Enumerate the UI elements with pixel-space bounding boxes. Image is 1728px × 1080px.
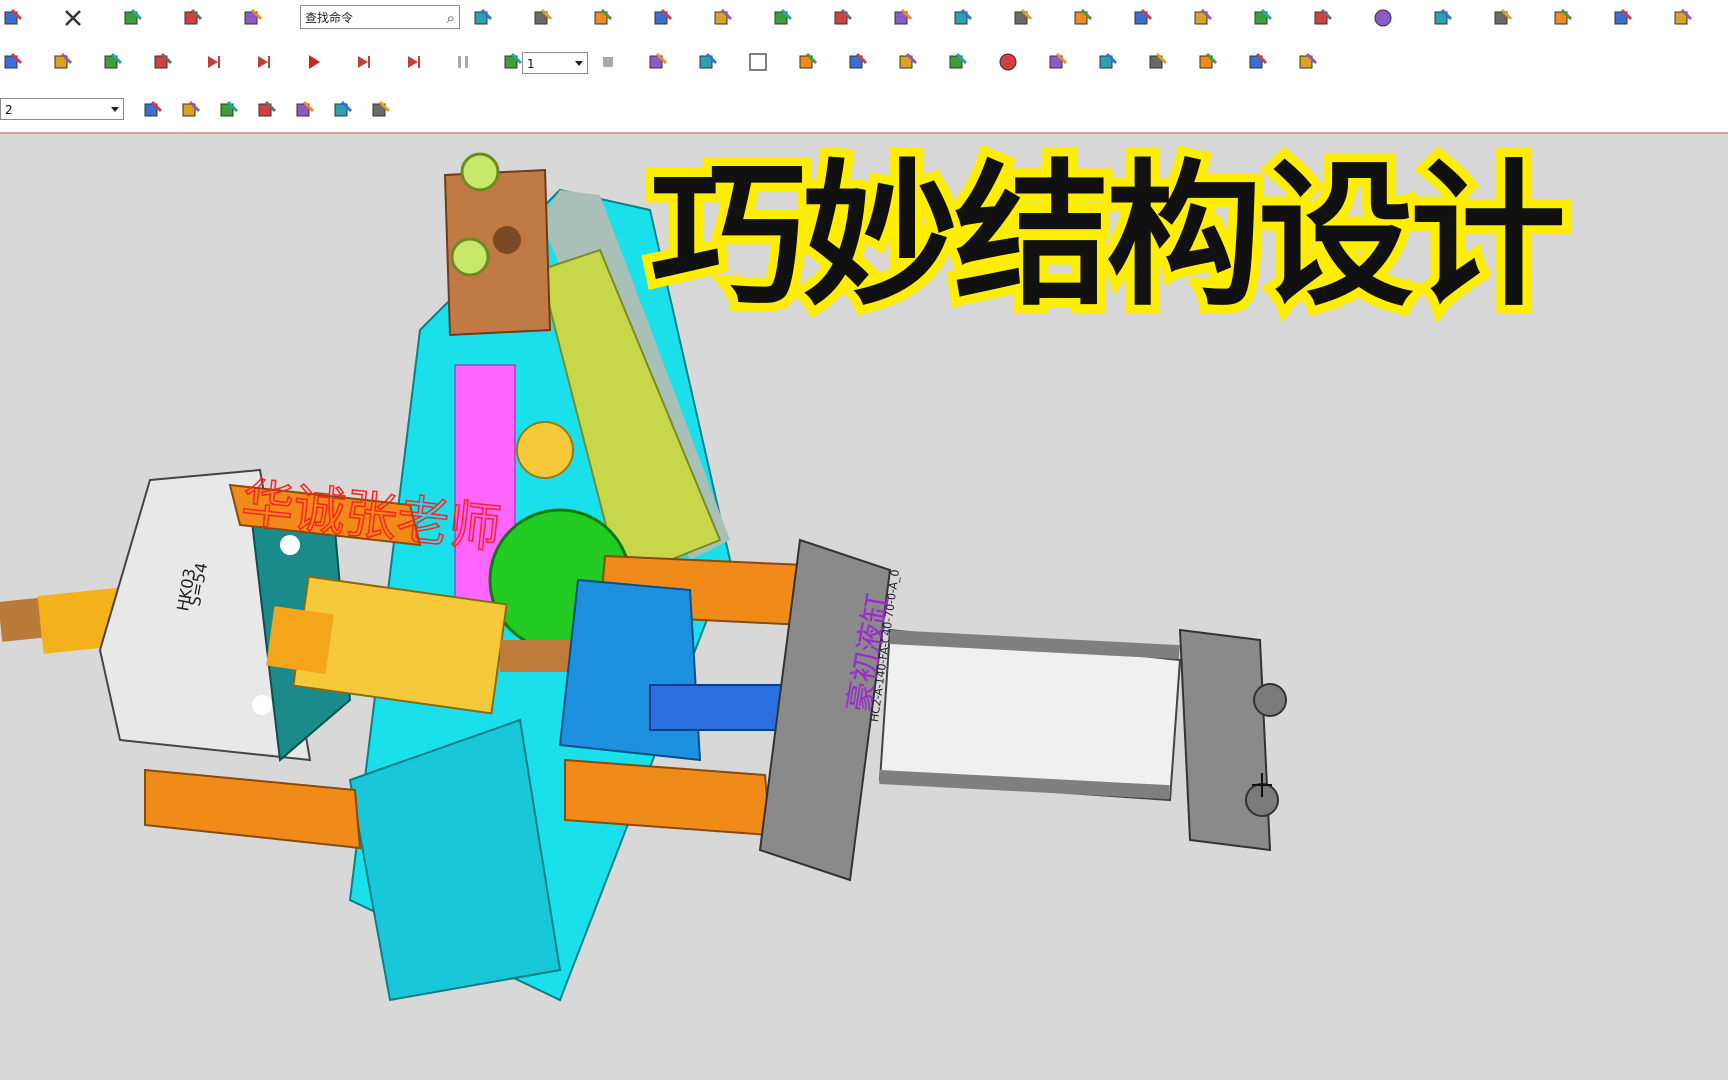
toolbar-row-3 [0, 92, 1728, 128]
analysis-icon[interactable] [1670, 5, 1696, 31]
cube-icon[interactable] [368, 97, 394, 123]
command-search-text: 查找命令 [305, 11, 354, 25]
report-icon[interactable] [1550, 5, 1576, 31]
curve-icon[interactable] [950, 5, 976, 31]
layer-icon[interactable] [140, 97, 166, 123]
bracket-bottom-left [144, 768, 362, 850]
chevron-down-icon [575, 61, 583, 66]
sketch-icon[interactable] [530, 5, 556, 31]
datum-icon[interactable] [590, 5, 616, 31]
last-frame-icon[interactable] [400, 49, 426, 75]
frame-number-value: 1 [527, 57, 535, 71]
arc-icon[interactable] [1195, 49, 1221, 75]
spline-shaft-orange [266, 606, 334, 674]
square-icon[interactable] [745, 49, 771, 75]
next-frame-icon[interactable] [350, 49, 376, 75]
filter-icon[interactable] [645, 49, 671, 75]
sphere-icon[interactable] [995, 49, 1021, 75]
title-text: 巧妙结构设计 [650, 145, 1563, 322]
gear-yellow [516, 421, 574, 479]
command-search-input[interactable]: 查找命令 ⌕ [300, 5, 460, 29]
filter-drop-icon[interactable] [254, 97, 280, 123]
3d-viewport[interactable]: HK03 S=54 豪初液缸 HC2-A-140-FA-C40-70-0-A_0… [0, 134, 1728, 1080]
measure-icon[interactable] [1430, 5, 1456, 31]
chevron-down-icon [111, 107, 119, 112]
close-icon[interactable] [60, 5, 86, 31]
spring-feature-icon[interactable] [895, 49, 921, 75]
pen-icon[interactable] [945, 49, 971, 75]
selection-filter-select[interactable]: 2 [0, 98, 124, 120]
hole-icon[interactable] [1130, 5, 1156, 31]
circle-icon[interactable] [1370, 5, 1396, 31]
move-icon[interactable] [100, 49, 126, 75]
rotate-icon[interactable] [845, 49, 871, 75]
route-icon[interactable] [50, 49, 76, 75]
top-hole [493, 226, 521, 254]
plus-point-icon[interactable] [1095, 49, 1121, 75]
ruler-icon[interactable] [1190, 5, 1216, 31]
search-icon[interactable]: ⌕ [447, 6, 455, 30]
play-icon[interactable] [300, 49, 326, 75]
link-icon[interactable] [216, 97, 242, 123]
new-icon[interactable] [0, 5, 26, 31]
pause-icon[interactable] [450, 49, 476, 75]
settings-icon[interactable] [830, 5, 856, 31]
first-frame-icon[interactable] [200, 49, 226, 75]
selection-filter-value: 2 [5, 103, 13, 117]
point-icon[interactable] [1070, 5, 1096, 31]
shade-icon[interactable] [330, 97, 356, 123]
prev-frame-icon[interactable] [250, 49, 276, 75]
pencil-icon[interactable] [710, 5, 736, 31]
spring-box-hole-2 [252, 695, 272, 715]
flag-icon[interactable] [695, 49, 721, 75]
top-bolt-2 [450, 237, 490, 277]
select-icon[interactable] [178, 97, 204, 123]
axis-icon[interactable] [1245, 49, 1271, 75]
box-select-icon[interactable] [292, 97, 318, 123]
toolbar-row-1 [0, 0, 1728, 38]
spring-icon[interactable] [890, 5, 916, 31]
grid-icon[interactable] [795, 49, 821, 75]
vector-icon[interactable] [1145, 49, 1171, 75]
formula-icon[interactable] [650, 5, 676, 31]
box-icon[interactable] [1310, 5, 1336, 31]
line-icon[interactable] [1010, 5, 1036, 31]
toolbar-row-2 [0, 44, 1728, 82]
top-bolt-1 [460, 152, 500, 192]
surface-icon[interactable] [150, 49, 176, 75]
blue-block [558, 578, 702, 762]
triad-icon[interactable] [1295, 49, 1321, 75]
cylinder-rear-cap [1178, 628, 1272, 852]
snap-icon[interactable] [0, 49, 26, 75]
cylinder-nut-1 [1253, 683, 1287, 717]
toolbar-area: 查找命令 ⌕ 1 2 [0, 0, 1728, 134]
check-icon[interactable] [1490, 5, 1516, 31]
paste-icon[interactable] [180, 5, 206, 31]
properties-icon[interactable] [470, 5, 496, 31]
note-icon[interactable] [1610, 5, 1636, 31]
stop-icon[interactable] [595, 49, 621, 75]
copy-icon[interactable] [240, 5, 266, 31]
undo-icon[interactable] [120, 5, 146, 31]
title-overlay: 巧妙结构设计 [640, 142, 1680, 322]
frame-number-select[interactable]: 1 [522, 52, 588, 74]
title-svg: 巧妙结构设计 [641, 142, 1576, 322]
assembly-icon[interactable] [1250, 5, 1276, 31]
cylinder-icon[interactable] [1045, 49, 1071, 75]
dimension-icon[interactable] [770, 5, 796, 31]
